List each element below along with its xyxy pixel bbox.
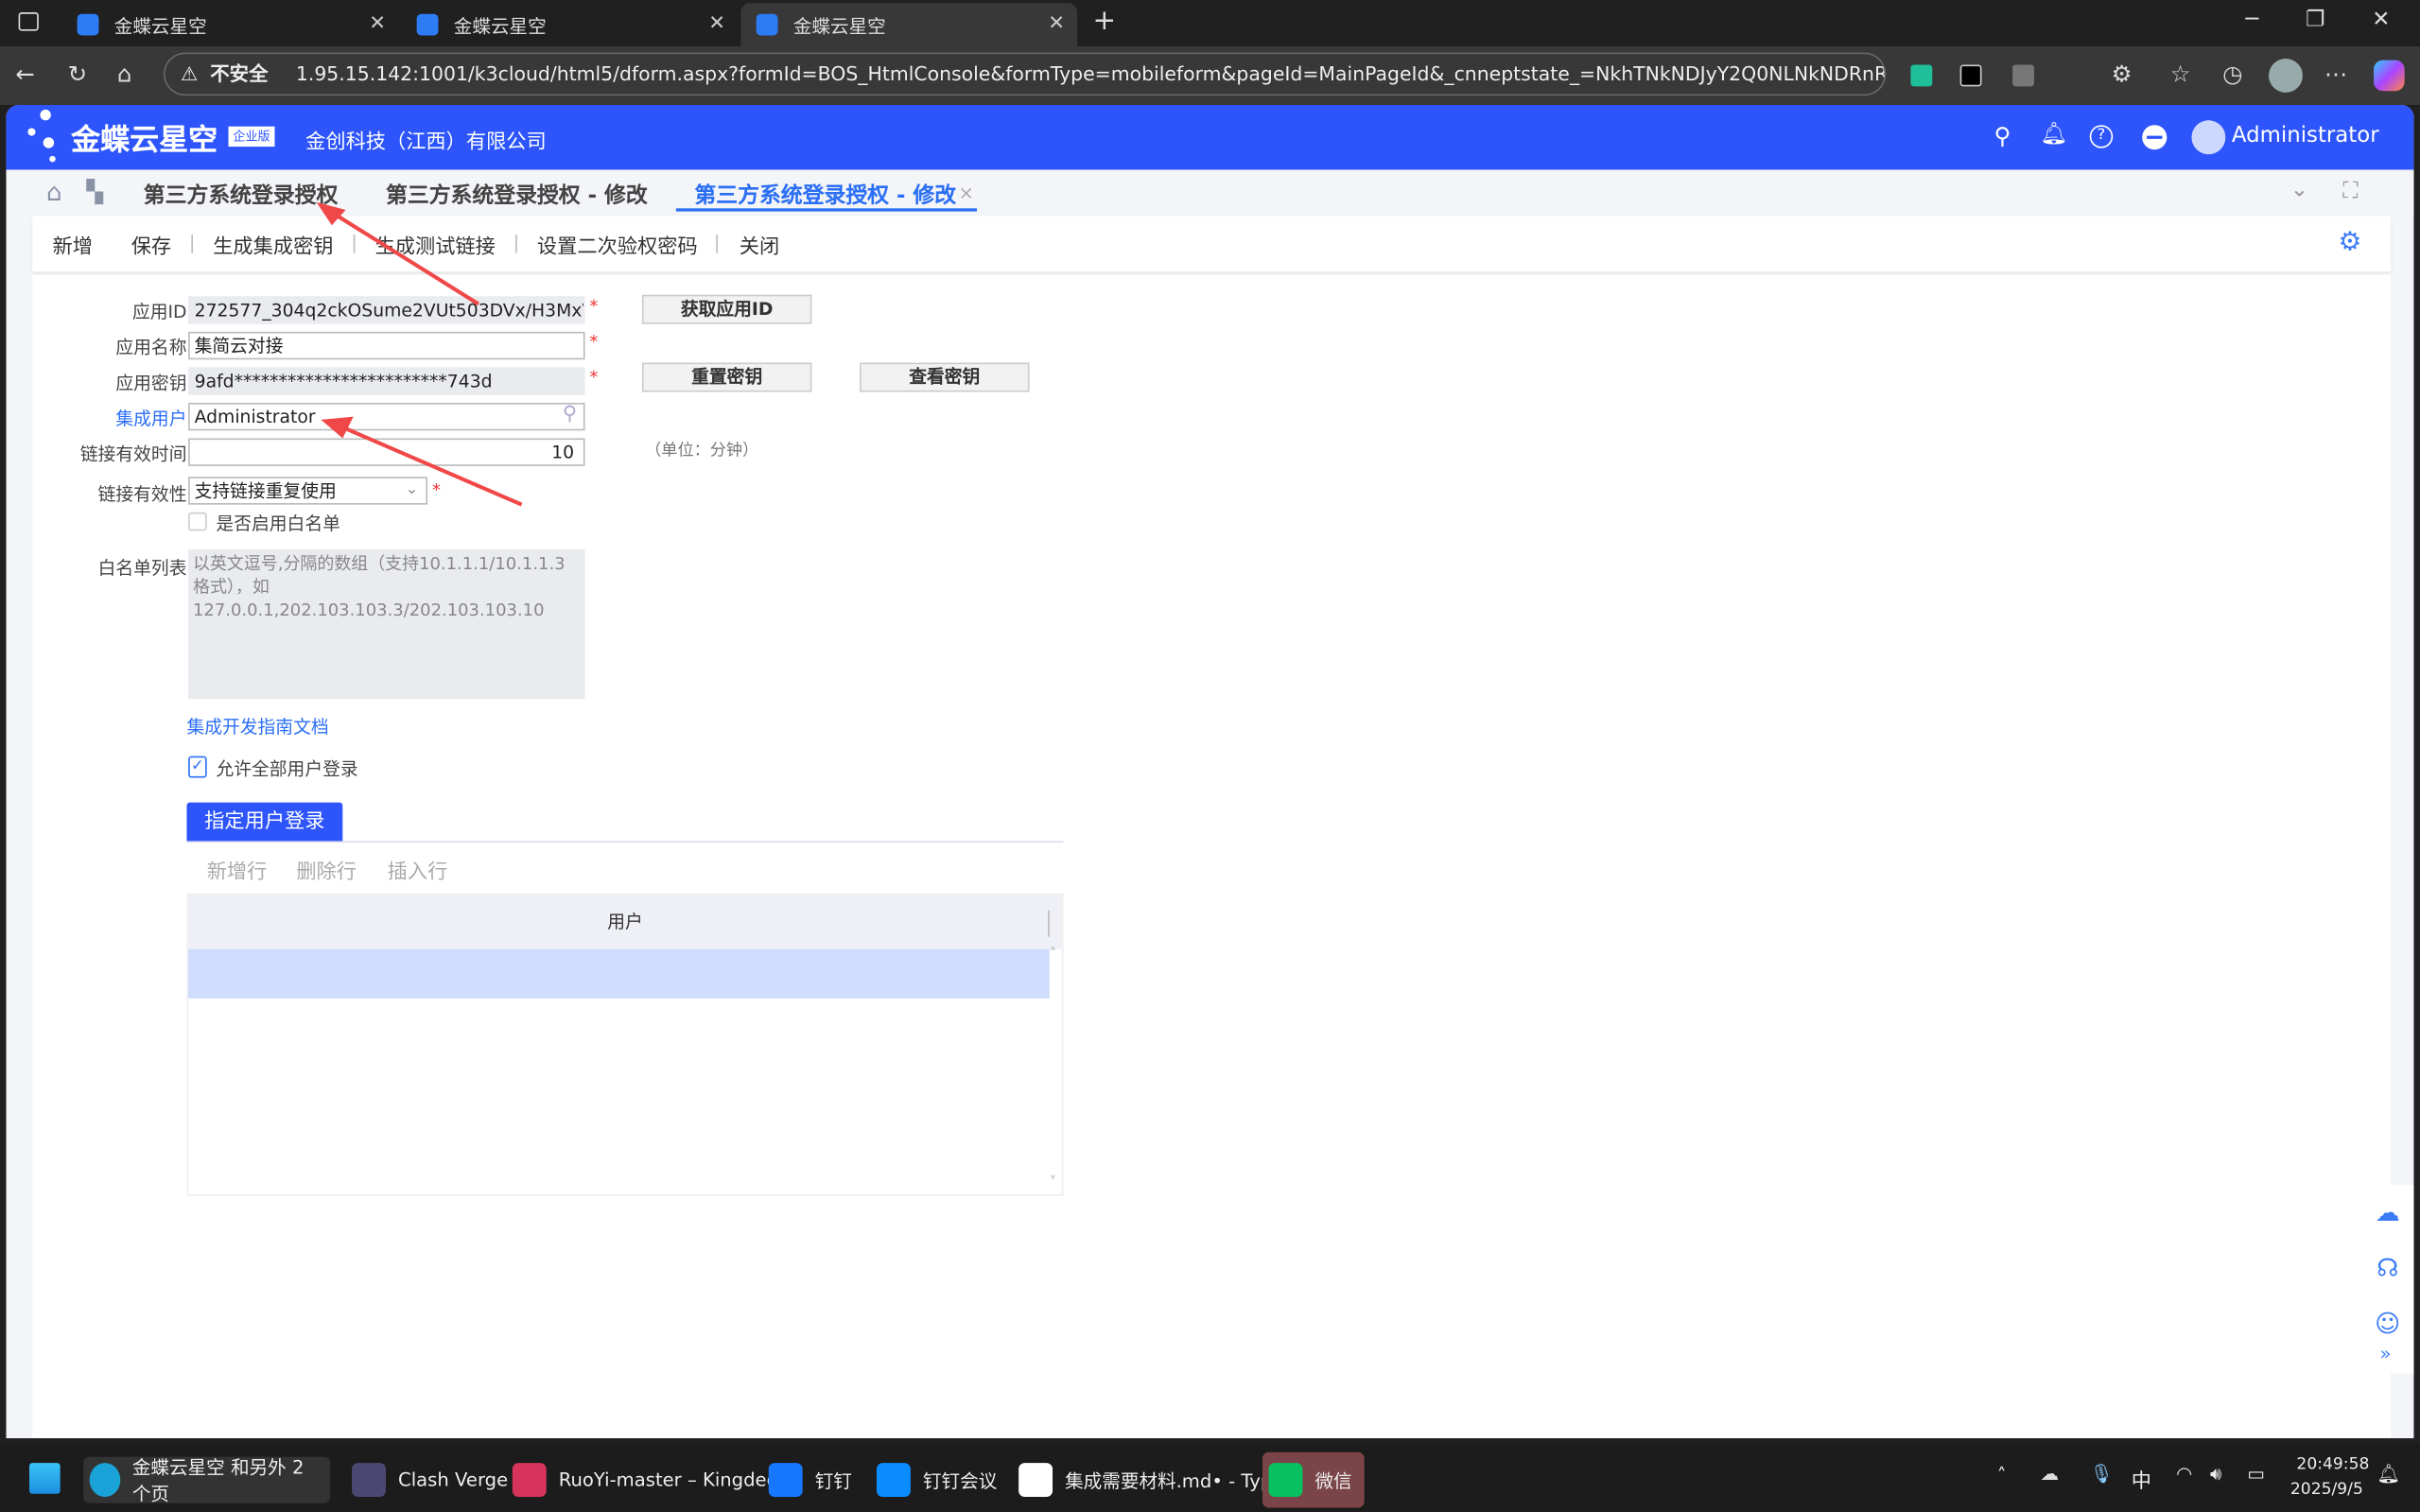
taskbar-label: 钉钉 — [814, 1469, 852, 1492]
start-icon[interactable] — [29, 1463, 61, 1494]
annotation-arrows — [316, 201, 523, 507]
mic-icon[interactable]: 🎙︎ — [2090, 1463, 2114, 1485]
taskbar-label: 金蝶云星空 和另外 2 个页 — [131, 1456, 305, 1505]
taskbar-item-clash[interactable]: Clash Verge — [346, 1457, 514, 1503]
tray-chevron-icon[interactable]: ˄ — [1997, 1465, 2007, 1486]
clock-date[interactable]: 2025/9/5 — [2290, 1480, 2363, 1499]
taskbar-item-dingtalk[interactable]: 钉钉 — [762, 1457, 858, 1503]
onedrive-icon[interactable]: ☁ — [2041, 1463, 2060, 1485]
taskbar-label: 钉钉会议 — [922, 1469, 998, 1492]
wifi-icon[interactable]: ◠ — [2176, 1463, 2192, 1485]
taskbar-item-typora[interactable]: 集成需要材料.md• - Typ — [1013, 1457, 1279, 1503]
taskbar: 金蝶云星空 和另外 2 个页 Clash Verge RuoYi-master … — [0, 1444, 2420, 1512]
volume-icon[interactable]: 🔊︎ — [2210, 1463, 2221, 1486]
notification-icon[interactable]: 🔔︎ — [2376, 1463, 2400, 1485]
clock-time[interactable]: 20:49:58 — [2296, 1455, 2369, 1474]
taskbar-item-dingtalk-meeting[interactable]: 钉钉会议 — [870, 1457, 1002, 1503]
ime-indicator[interactable]: 中 — [2132, 1465, 2151, 1493]
taskbar-item-idea[interactable]: RuoYi-master – Kingdee — [506, 1457, 784, 1503]
taskbar-label: 集成需要材料.md• - Typ — [1065, 1469, 1273, 1492]
battery-icon[interactable]: ▭ — [2247, 1463, 2265, 1485]
taskbar-label: 微信 — [1314, 1469, 1352, 1492]
taskbar-label: RuoYi-master – Kingdee — [558, 1469, 778, 1491]
taskbar-item-edge[interactable]: 金蝶云星空 和另外 2 个页 — [83, 1456, 331, 1504]
taskbar-item-wechat[interactable]: 微信 — [1262, 1451, 1365, 1508]
taskbar-label: Clash Verge — [398, 1469, 509, 1491]
